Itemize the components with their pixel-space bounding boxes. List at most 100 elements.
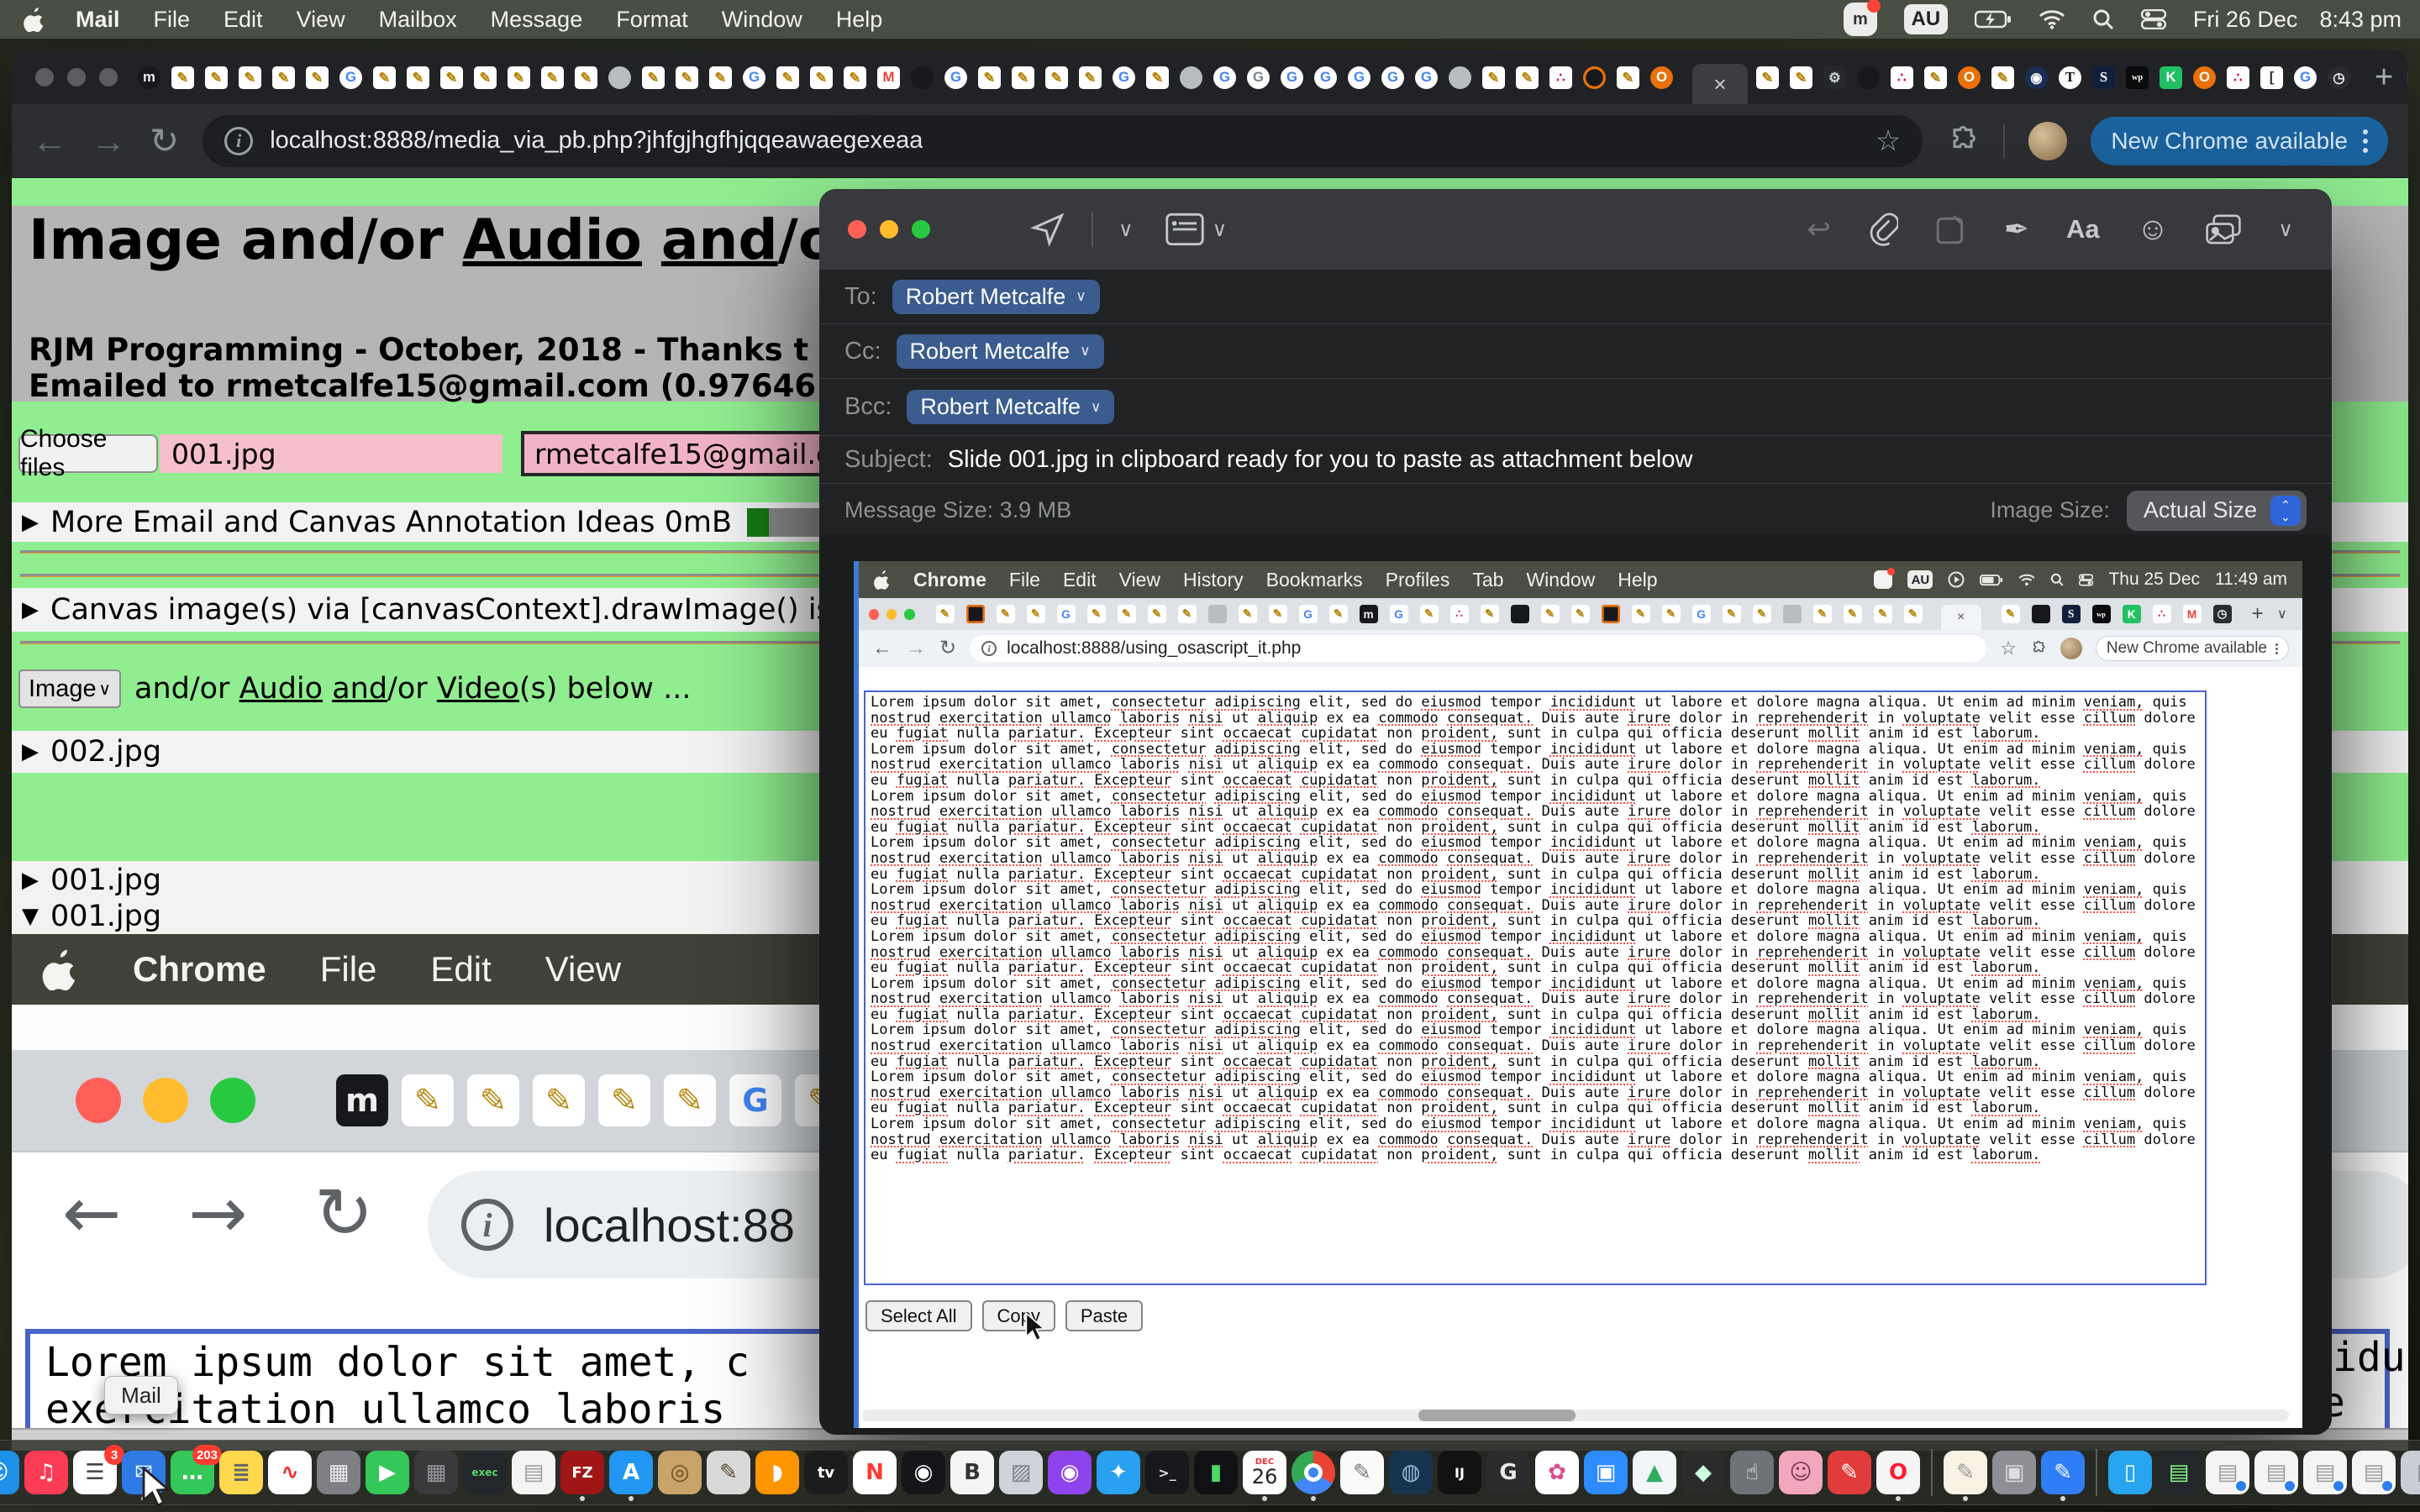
tab-favicon-d[interactable]: ✎ [1118,605,1136,623]
tab-favicon-d[interactable]: ✎ [1813,605,1832,623]
tab-favicon-d[interactable]: ✎ [1269,605,1287,623]
dock-icon-minimized-terminal[interactable]: ▤ [2157,1451,2201,1494]
menu-item-edit[interactable]: Edit [430,949,491,990]
link-text[interactable]: Audio [463,207,642,272]
tab-favicon-d[interactable]: ✎ [1178,605,1197,623]
tab-favicon-d[interactable]: ✎ [1027,605,1045,623]
dock-icon-minimized-page-1[interactable]: ▤ [2206,1451,2249,1494]
dock-icon-pink-app[interactable]: ☺ [1779,1451,1823,1494]
tab-favicon-dot[interactable]: ∴ [2227,66,2249,89]
tab-favicon-d[interactable]: ✎ [598,1074,650,1126]
dock-icon-photo-viewer[interactable]: ▨ [999,1451,1043,1494]
tab-favicon-d[interactable]: ✎ [810,66,833,89]
tab-favicon-d[interactable]: ✎ [1516,66,1539,89]
media-type-select[interactable]: Image ∨ [18,669,121,708]
bookmark-star-icon[interactable]: ☆ [1876,124,1901,158]
dock-icon-gimp[interactable]: ✎ [707,1451,750,1494]
tab-favicon-d[interactable]: ✎ [1146,66,1169,89]
dock-icon-chrome[interactable] [1292,1451,1335,1494]
link-text[interactable]: and [661,207,778,272]
tab-favicon-clk[interactable]: ◷ [2213,605,2232,623]
to-recipient-token[interactable]: Robert Metcalfe ∨ [892,280,1100,314]
menu-item-file[interactable]: File [320,949,377,990]
image-size-select[interactable]: Actual Size ⌃⌃ [2127,491,2307,531]
tab-favicon-d[interactable]: ✎ [936,605,955,623]
tab-favicon-gr[interactable] [1180,66,1202,89]
pasted-screenshot-attachment[interactable]: ChromeFileEditViewHistoryBookmarksProfil… [854,561,2302,1428]
dock-icon-blue-draw[interactable]: ✎ [2041,1451,2085,1494]
tab-favicon-nyt[interactable]: T [2059,66,2081,89]
send-icon[interactable] [1029,211,1066,248]
dock-icon-music[interactable]: ♫ [24,1451,68,1494]
dock-icon-hand-app[interactable]: ☝ [1730,1451,1774,1494]
tab-favicon-dot[interactable]: ∴ [1549,66,1572,89]
tab-favicon-M[interactable]: m [336,1074,388,1126]
tab-favicon-g[interactable]: G [1314,66,1337,89]
profile-avatar[interactable] [2028,122,2067,160]
cc-field[interactable]: Cc: Robert Metcalfe ∨ [819,324,2332,379]
tab-favicon-d[interactable]: ✎ [508,66,530,89]
menu-item-window[interactable]: Window [1526,569,1595,591]
tab-favicon-dot[interactable]: ∴ [1891,66,1913,89]
tab-favicon-g[interactable]: G [1113,66,1135,89]
undo-icon[interactable]: ↩ [1807,213,1831,246]
menu-item-help[interactable]: Help [1618,569,1657,591]
tab-favicon-d[interactable]: ✎ [642,66,665,89]
menu-item-history[interactable]: History [1183,569,1244,591]
tab-favicon-d[interactable]: ✎ [1087,605,1106,623]
tab-favicon-d[interactable]: ✎ [1079,66,1102,89]
tab-favicon-d[interactable]: ✎ [541,66,564,89]
dock-icon-textedit[interactable]: ✎ [1340,1451,1384,1494]
tab-favicon-g[interactable]: G [2294,66,2317,89]
tab-favicon-gr[interactable] [1208,605,1227,623]
fields-chevron-icon[interactable]: ∨ [1213,218,1228,242]
tab-favicon-wp[interactable]: wp [2126,66,2149,89]
dock-icon-finder[interactable]: ☺ [0,1451,19,1494]
tab-favicon-k[interactable] [2032,605,2050,623]
dock-icon-safari[interactable]: ✦ [1097,1451,1140,1494]
dock-icon-messages[interactable]: …203 [171,1451,214,1494]
dock-icon-health-chart[interactable]: ∿ [268,1451,312,1494]
tab-favicon-k[interactable] [1857,66,1880,89]
menu-item-window[interactable]: Window [722,7,802,33]
menu-item-edit[interactable]: Edit [1063,569,1097,591]
tab-favicon-d[interactable]: ✎ [1571,605,1590,623]
tab-favicon-d[interactable]: ✎ [239,66,261,89]
tab-favicon-d[interactable]: ✎ [1632,605,1650,623]
file-name-input[interactable]: 001.jpg [160,434,502,473]
tab-favicon-d[interactable]: ✎ [1239,605,1257,623]
menu-item-view[interactable]: View [297,7,345,33]
tab-favicon-d[interactable]: ✎ [1420,605,1439,623]
dock-icon-water-bottle[interactable]: ▯ [2108,1451,2152,1494]
compose-title-bar[interactable]: ∨ ∨ ↩ ✒ Aa ☺ [819,189,2332,270]
tab-favicon-K[interactable]: K [2123,605,2141,623]
minimize-window-button[interactable] [880,220,898,239]
tab-favicon-d[interactable]: ✎ [1012,66,1034,89]
menu-item-bookmarks[interactable]: Bookmarks [1266,569,1363,591]
cc-recipient-token[interactable]: Robert Metcalfe ∨ [897,334,1104,369]
input-source-badge[interactable]: AU [1904,4,1948,34]
disclosure-triangle-icon[interactable]: ▶ [22,510,39,535]
wifi-icon[interactable] [2039,9,2065,29]
tab-search-chevron-icon[interactable]: ∨ [2407,56,2408,98]
dock-icon-opera[interactable]: O [1876,1451,1920,1494]
subject-text[interactable]: Slide 001.jpg in clipboard ready for you… [948,446,1693,474]
close-window-button[interactable] [35,68,54,87]
tab-favicon-d[interactable]: ✎ [776,66,799,89]
tab-favicon-g[interactable]: G [1281,66,1303,89]
menu-item-help[interactable]: Help [836,7,883,33]
dock-icon-reminders[interactable]: ☰3 [73,1451,117,1494]
dock-icon-app-store[interactable]: A [609,1451,653,1494]
header-fields-icon[interactable] [1165,213,1204,246]
tab-favicon-d[interactable]: ✎ [1723,605,1741,623]
attach-paperclip-icon[interactable] [1868,213,1898,246]
tab-favicon-gr[interactable] [1449,66,1471,89]
tab-favicon-gear[interactable]: ⚙ [1823,66,1846,89]
dock-icon-prism-app[interactable]: ▲ [1633,1451,1676,1494]
tab-favicon-wp[interactable]: wp [2092,605,2111,623]
notification-app-icon[interactable]: m [1844,3,1877,36]
browser-menu-kebab-icon[interactable] [2363,125,2368,157]
tab-favicon-o[interactable] [1602,605,1620,623]
tab-favicon-d[interactable]: ✎ [1790,66,1812,89]
tab-favicon-d[interactable]: ✎ [373,66,396,89]
